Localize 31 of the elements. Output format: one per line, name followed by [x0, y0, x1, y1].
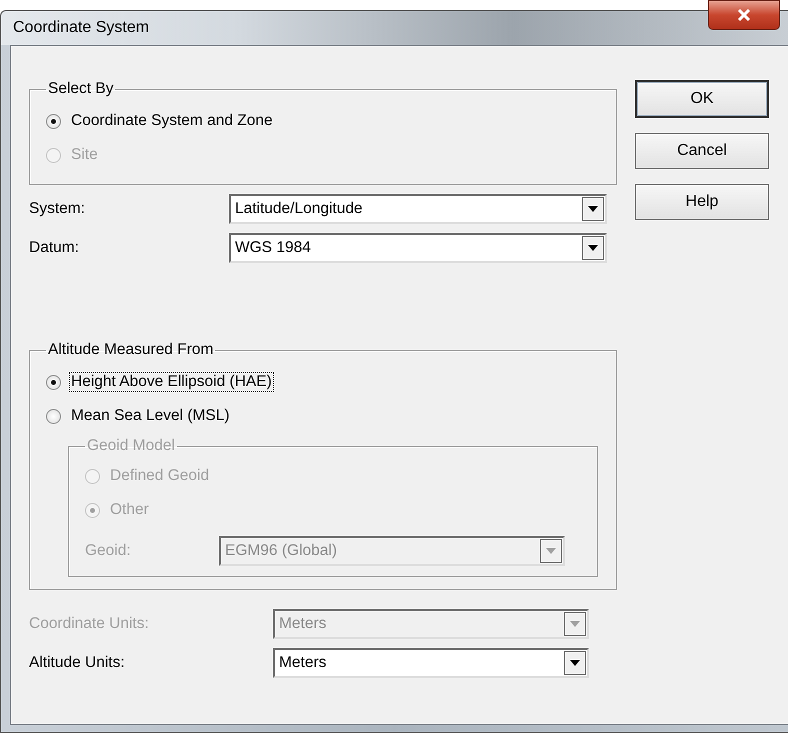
caret-icon	[570, 620, 580, 626]
caret-icon	[588, 244, 598, 250]
radio-label: Site	[70, 145, 99, 165]
dropdown-field[interactable]: Latitude/Longitude	[229, 194, 607, 224]
dialog-button[interactable]: Cancel	[635, 133, 769, 169]
dialog-button[interactable]: Help	[635, 184, 769, 220]
group-title: Select By	[47, 80, 114, 98]
close-button[interactable]	[708, 0, 780, 30]
dropdown-field[interactable]: WGS 1984	[229, 232, 607, 262]
radio-label: Defined Geoid	[109, 466, 210, 486]
field-label: Geoid:	[85, 542, 132, 560]
window-title: Coordinate System	[13, 19, 150, 37]
radio-button[interactable]	[46, 114, 61, 128]
group-title: Altitude Measured From	[47, 341, 214, 359]
field-label: System:	[29, 200, 86, 218]
radio-button[interactable]	[46, 408, 61, 424]
field-label: Datum:	[29, 238, 80, 256]
dropdown-field[interactable]: Meters	[273, 648, 589, 678]
radio-label: Mean Sea Level (MSL)	[70, 406, 231, 426]
group-title: Geoid Model	[86, 437, 176, 455]
radio-button[interactable]	[46, 374, 61, 390]
radio-label: Height Above Ellipsoid (HAE)	[69, 372, 274, 392]
caret-icon	[588, 206, 598, 212]
close-icon	[737, 9, 751, 21]
radio-label: Coordinate System and Zone	[70, 111, 274, 131]
caret-icon	[546, 548, 556, 554]
radio-label: Other	[109, 500, 150, 520]
dialog-button[interactable]: OK	[635, 80, 769, 118]
field-label: Coordinate Units:	[29, 614, 150, 632]
field-label: Altitude Units:	[29, 654, 126, 672]
caret-icon	[570, 660, 580, 666]
